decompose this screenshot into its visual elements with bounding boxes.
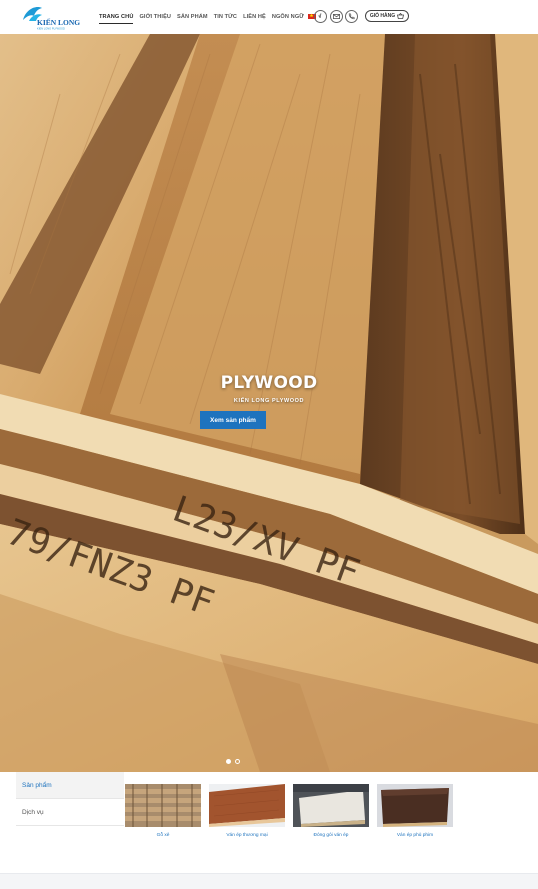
hero-slider[interactable]: 79/FNZ3 PF L23/XV PF PLYWOOD KIẾN LONG P… [0, 34, 538, 772]
site-header: KIẾN LONG KIEN LONG PLYWOOD TRANG CHỦ GI… [0, 0, 538, 34]
slider-dot-2[interactable] [235, 759, 240, 764]
product-image-commercial-plywood [209, 784, 285, 827]
facebook-icon[interactable]: f [314, 10, 327, 23]
phone-icon[interactable] [345, 10, 358, 23]
tab-services[interactable]: Dịch vụ [16, 799, 124, 826]
cart-label: GIỎ HÀNG [369, 13, 396, 19]
product-list: Gỗ xẻ Ván ép thương mại Đóng gói ván ép [125, 784, 453, 838]
footer-strip [0, 873, 538, 889]
dolphin-logo-icon: KIẾN LONG KIEN LONG PLYWOOD [23, 7, 80, 31]
product-card-commercial-plywood[interactable]: Ván ép thương mại [209, 784, 285, 838]
nav-item-products[interactable]: SẢN PHẨM [177, 0, 208, 34]
product-caption[interactable]: Đóng gói ván ép [293, 833, 369, 838]
mail-icon[interactable] [330, 10, 343, 23]
slider-dot-1[interactable] [226, 759, 231, 764]
nav-item-contact[interactable]: LIÊN HỆ [243, 0, 266, 34]
hero-title: PLYWOOD [220, 373, 318, 393]
tab-products[interactable]: Sản phẩm [16, 772, 124, 799]
cart-button[interactable]: GIỎ HÀNG [365, 10, 409, 22]
product-card-lumber[interactable]: Gỗ xẻ [125, 784, 201, 838]
logo-tagline: KIEN LONG PLYWOOD [37, 27, 65, 31]
logo-wordmark: KIẾN LONG [37, 17, 80, 27]
view-products-button[interactable]: Xem sản phẩm [200, 411, 266, 429]
nav-item-home[interactable]: TRANG CHỦ [99, 0, 134, 34]
product-card-packing-plywood[interactable]: Đóng gói ván ép [293, 784, 369, 838]
nav-item-news[interactable]: TIN TỨC [214, 0, 237, 34]
product-caption[interactable]: Ván ép phủ phim [377, 833, 453, 838]
product-caption[interactable]: Gỗ xẻ [125, 833, 201, 838]
brand-logo[interactable]: KIẾN LONG KIEN LONG PLYWOOD [20, 3, 84, 31]
product-image-packing-plywood [293, 784, 369, 827]
product-image-film-faced-plywood [377, 784, 453, 827]
category-tabs: Sản phẩm Dịch vụ [16, 772, 124, 826]
product-image-lumber [125, 784, 201, 827]
hero-subtitle: KIẾN LONG PLYWOOD [233, 398, 305, 404]
main-nav: TRANG CHỦ GIỚI THIỆU SẢN PHẨM TIN TỨC LI… [99, 0, 327, 34]
basket-icon [397, 13, 405, 19]
product-card-film-faced-plywood[interactable]: Ván ép phủ phim [377, 784, 453, 838]
language-label: NGÔN NGỮ [271, 14, 305, 20]
product-caption[interactable]: Ván ép thương mại [209, 833, 285, 838]
nav-item-about[interactable]: GIỚI THIỆU [139, 0, 171, 34]
